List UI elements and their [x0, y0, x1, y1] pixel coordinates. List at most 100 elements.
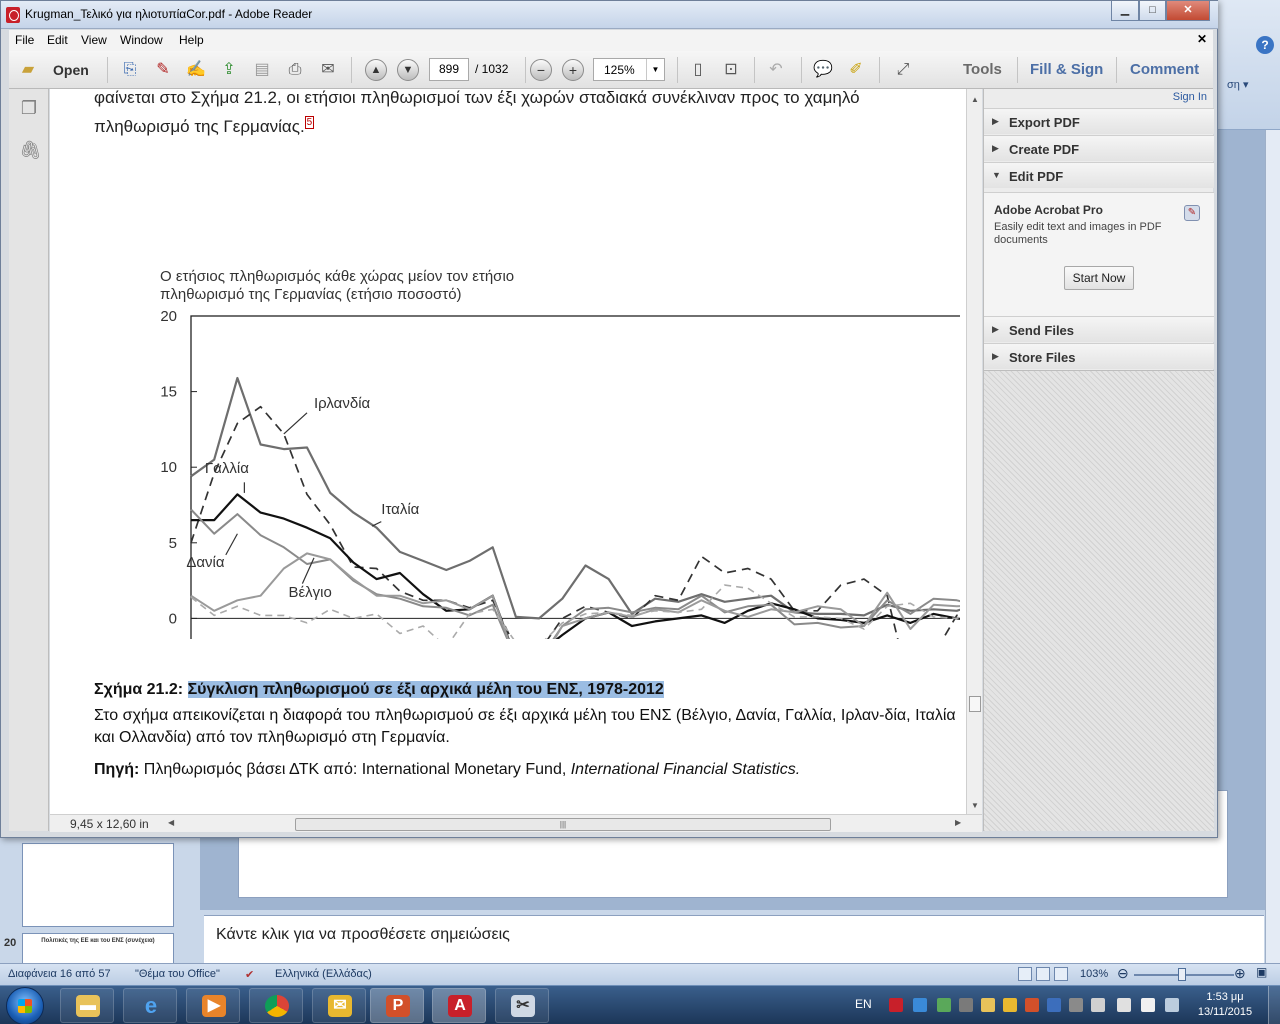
zoom-out-button[interactable]: −	[530, 59, 552, 81]
previous-page-button[interactable]: ▲	[365, 59, 387, 81]
menu-file[interactable]: File	[15, 33, 34, 47]
attachments-icon[interactable]: 🖇	[19, 139, 42, 161]
highlight-icon[interactable]: ✐	[845, 59, 867, 81]
chevron-down-icon[interactable]: ▼	[646, 59, 664, 80]
security-tray-icon[interactable]	[1047, 998, 1061, 1012]
fullscreen-icon[interactable]: ⤢	[892, 59, 914, 81]
notes-placeholder[interactable]: Κάντε κλικ για να προσθέσετε σημειώσεις	[216, 926, 510, 944]
volume-tray-icon[interactable]	[1141, 998, 1155, 1012]
close-document-icon[interactable]: ✕	[1197, 32, 1207, 46]
maximize-button[interactable]: □	[1139, 1, 1166, 21]
footnote-link[interactable]: 5	[304, 116, 315, 130]
taskbar-chrome[interactable]	[249, 988, 303, 1023]
zoom-in-icon[interactable]: ⊕	[1234, 965, 1246, 982]
close-button[interactable]: ✕	[1166, 1, 1210, 21]
slide-number: 20	[4, 937, 17, 949]
slideshow-view-button[interactable]	[1054, 967, 1068, 981]
create-pdf-icon[interactable]: ⎘	[119, 59, 141, 81]
scroll-down-icon[interactable]: ▼	[971, 801, 979, 810]
flag-tray-icon[interactable]	[1091, 998, 1105, 1012]
settings-tray-icon[interactable]	[959, 998, 973, 1012]
zoom-out-icon[interactable]: ⊖	[1117, 965, 1129, 982]
start-now-button[interactable]: Start Now	[1064, 266, 1134, 290]
fill-sign-tab[interactable]: Fill & Sign	[1030, 61, 1103, 78]
comment-bubble-icon[interactable]: 💬	[812, 59, 834, 81]
horizontal-scroll-thumb[interactable]: |||	[295, 818, 831, 831]
outlook-tray-icon[interactable]	[1003, 998, 1017, 1012]
status-language[interactable]: Ελληνικά (Ελλάδας)	[275, 968, 372, 980]
start-button[interactable]	[6, 987, 44, 1024]
menu-edit[interactable]: Edit	[47, 33, 68, 47]
office-tray-icon[interactable]	[1025, 998, 1039, 1012]
email-icon[interactable]: ✉	[317, 59, 339, 81]
ppt-ribbon-dropdown[interactable]: ση ▾	[1227, 78, 1248, 91]
clock[interactable]: 1:53 μμ 13/11/2015	[1190, 990, 1260, 1020]
rotate-icon[interactable]: ↶	[765, 59, 787, 81]
display-tray-icon[interactable]	[1117, 998, 1131, 1012]
title-bar[interactable]: Krugman_Τελικό για ηλιοτυπίαCor.pdf - Ad…	[1, 1, 1218, 29]
zoom-select[interactable]: 125% ▼	[593, 58, 665, 81]
document-vertical-scrollbar[interactable]: ▲ ▼	[966, 89, 982, 814]
menu-window[interactable]: Window	[120, 33, 163, 47]
fit-window-icon[interactable]: ▣	[1256, 965, 1267, 979]
print-icon[interactable]: ⎙	[284, 59, 306, 81]
page-thumbnails-icon[interactable]: ❐	[19, 97, 39, 119]
normal-view-button[interactable]	[1018, 967, 1032, 981]
sign-icon[interactable]: ✍	[185, 59, 207, 81]
taskbar-explorer[interactable]: ▬	[60, 988, 114, 1023]
spellcheck-icon[interactable]: ✔	[245, 968, 254, 981]
taskbar-media-player[interactable]: ▶	[186, 988, 240, 1023]
status-theme[interactable]: "Θέμα του Office"	[135, 968, 220, 980]
show-desktop-button[interactable]	[1268, 986, 1280, 1024]
tools-tab[interactable]: Tools	[963, 61, 1002, 78]
help-icon[interactable]: ?	[1256, 36, 1274, 54]
dropbox-tray-icon[interactable]	[937, 998, 951, 1012]
document-view[interactable]: φαίνεται στο Σχήμα 21.2, οι ετήσιοι πληθ…	[50, 89, 966, 814]
upload-icon[interactable]: ⇪	[218, 59, 240, 81]
document-horizontal-scrollbar[interactable]: 9,45 x 12,60 in ◀ ||| ▶	[50, 814, 982, 832]
taskbar-internet-explorer[interactable]: e	[123, 988, 177, 1023]
wifi-tray-icon[interactable]	[1165, 998, 1179, 1012]
page-number-input[interactable]: 899	[429, 58, 469, 81]
taskbar-snipping-tool[interactable]: ✂	[495, 988, 549, 1023]
taskbar-adobe-reader[interactable]: A	[432, 988, 486, 1023]
scroll-up-icon[interactable]: ▲	[971, 95, 979, 104]
chart-title-line-1: Ο ετήσιος πληθωρισμός κάθε χώρας μείον τ…	[160, 268, 514, 285]
scrollbar-thumb[interactable]	[969, 696, 981, 712]
open-button[interactable]: Open	[53, 62, 89, 78]
language-indicator[interactable]: EN	[855, 997, 872, 1011]
fit-page-icon[interactable]: ▯	[687, 59, 709, 81]
slide-thumbnail-20[interactable]: Πολιτικές της ΕΕ και του ΕΝΣ (συνέχεια)	[22, 933, 174, 967]
store-files-section[interactable]: ▶ Store Files	[984, 343, 1214, 369]
edit-pdf-section[interactable]: ▼ Edit PDF	[984, 162, 1214, 188]
fit-width-icon[interactable]: ⊡	[720, 59, 742, 81]
scroll-left-icon[interactable]: ◀	[168, 818, 174, 827]
save-icon[interactable]: ▤	[251, 59, 273, 81]
create-pdf-section[interactable]: ▶ Create PDF	[984, 135, 1214, 161]
ppt-notes-pane[interactable]: Κάντε κλικ για να προσθέσετε σημειώσεις	[204, 915, 1264, 965]
slide-thumbnail-19[interactable]	[22, 843, 174, 927]
acrobat-tray-icon[interactable]	[889, 998, 903, 1012]
network-tray-icon[interactable]	[913, 998, 927, 1012]
next-page-button[interactable]: ▼	[397, 59, 419, 81]
export-pdf-section[interactable]: ▶ Export PDF	[984, 108, 1214, 134]
zoom-in-button[interactable]: +	[562, 59, 584, 81]
taskbar-powerpoint[interactable]: P	[370, 988, 424, 1023]
ppt-vertical-scrollbar[interactable]: ▲	[1265, 130, 1280, 1020]
zoom-slider-thumb[interactable]	[1178, 968, 1186, 981]
mail-tray-icon[interactable]	[981, 998, 995, 1012]
usb-tray-icon[interactable]	[1069, 998, 1083, 1012]
menu-help[interactable]: Help	[179, 33, 204, 47]
sign-in-link[interactable]: Sign In	[1173, 91, 1207, 103]
menu-view[interactable]: View	[81, 33, 107, 47]
folder-open-icon[interactable]: ▰	[17, 59, 39, 81]
send-files-section[interactable]: ▶ Send Files	[984, 316, 1214, 342]
edit-pdf-icon[interactable]: ✎	[152, 59, 174, 81]
scroll-right-icon[interactable]: ▶	[955, 818, 961, 827]
comment-tab[interactable]: Comment	[1130, 61, 1199, 78]
caption-highlight[interactable]: Σύγκλιση πληθωρισμού σε έξι αρχικά μέλη …	[187, 681, 664, 698]
sorter-view-button[interactable]	[1036, 967, 1050, 981]
taskbar-outlook[interactable]: ✉	[312, 988, 366, 1023]
minimize-button[interactable]: ▁	[1111, 1, 1139, 21]
status-zoom[interactable]: 103%	[1080, 968, 1108, 980]
